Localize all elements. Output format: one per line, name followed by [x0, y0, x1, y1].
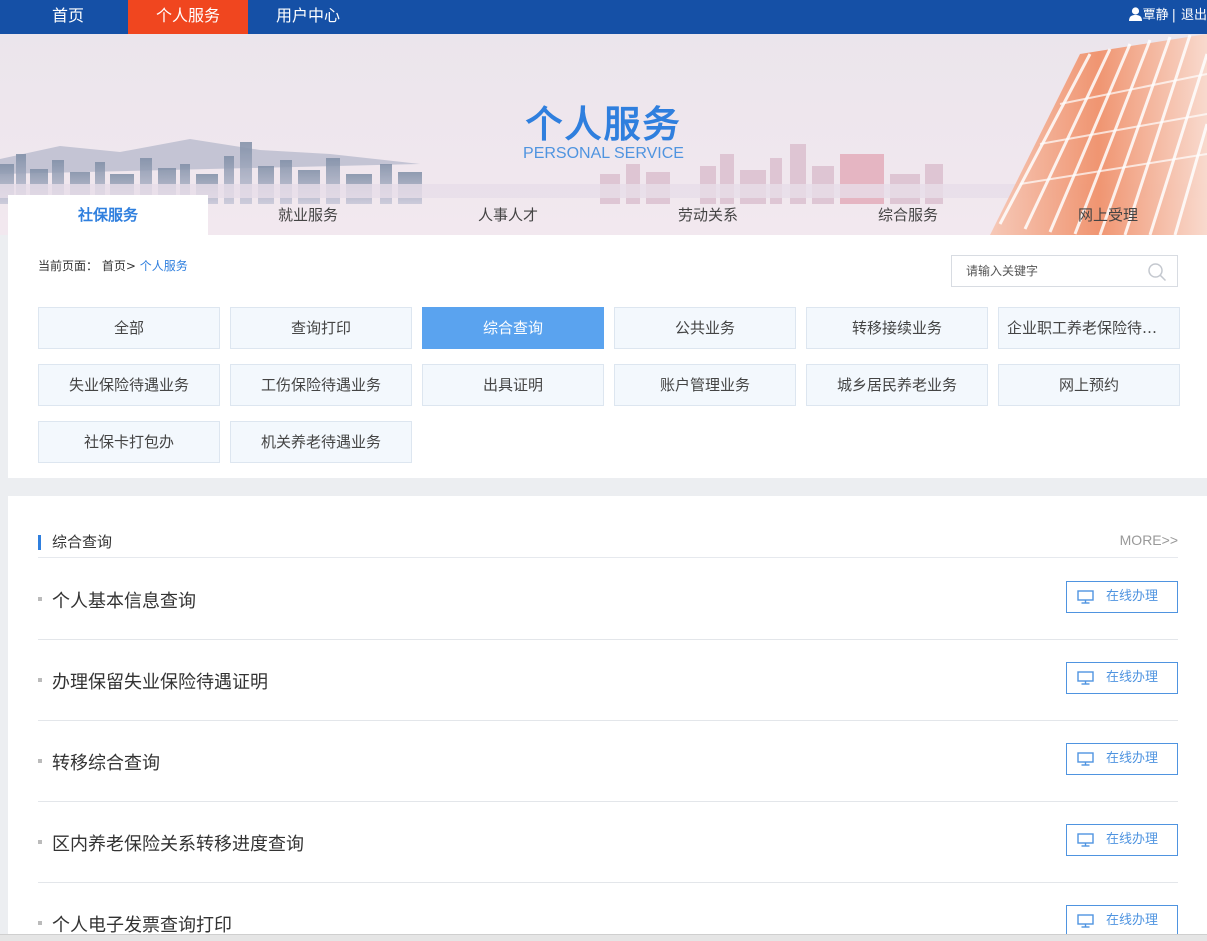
bullet-icon — [38, 678, 42, 682]
user-name[interactable]: 覃静 — [1143, 8, 1169, 23]
online-handle-button[interactable]: 在线办理 — [1066, 905, 1178, 937]
list-item: 个人基本信息查询 在线办理 — [38, 559, 1178, 640]
search-icon[interactable] — [1147, 262, 1167, 282]
service-list-panel: 综合查询 MORE>> 个人基本信息查询 在线办理 办理保留失业保险待遇证明 在… — [8, 496, 1207, 941]
bullet-icon — [38, 921, 42, 925]
business-filter-panel: 当前页面： 首页> 个人服务 全部 查询打印 综合查询 公共业务 转移接续业务 … — [8, 235, 1207, 478]
online-handle-button[interactable]: 在线办理 — [1066, 824, 1178, 856]
list-item: 办理保留失业保险待遇证明 在线办理 — [38, 640, 1178, 721]
business-button-certificate[interactable]: 出具证明 — [422, 364, 604, 406]
banner-subtitle: PERSONAL SERVICE — [523, 145, 684, 162]
bullet-icon — [38, 840, 42, 844]
monitor-icon — [1077, 752, 1094, 766]
breadcrumb-prefix: 当前页面： — [38, 259, 99, 273]
business-button-online-appointment[interactable]: 网上预约 — [998, 364, 1180, 406]
nav-personal-service[interactable]: 个人服务 — [128, 0, 248, 34]
business-button-query-print[interactable]: 查询打印 — [230, 307, 412, 349]
user-area: 覃静 | 退出 — [1128, 0, 1207, 34]
business-button-government-pension[interactable]: 机关养老待遇业务 — [230, 421, 412, 463]
monitor-icon — [1077, 833, 1094, 847]
search-box — [951, 255, 1178, 287]
section-title: 综合查询 — [52, 533, 113, 551]
section-header: 综合查询 MORE>> — [38, 526, 1178, 558]
bullet-icon — [38, 597, 42, 601]
monitor-icon — [1077, 671, 1094, 685]
online-handle-label: 在线办理 — [1106, 589, 1159, 604]
user-separator: | — [1171, 8, 1176, 23]
monitor-icon — [1077, 914, 1094, 928]
nav-home[interactable]: 首页 — [28, 0, 108, 34]
online-handle-label: 在线办理 — [1106, 832, 1159, 847]
online-handle-button[interactable]: 在线办理 — [1066, 743, 1178, 775]
online-handle-button[interactable]: 在线办理 — [1066, 581, 1178, 613]
category-tabs: 社保服务 就业服务 人事人才 劳动关系 综合服务 网上受理 — [8, 195, 1207, 235]
top-navigation-bar: 首页 个人服务 用户中心 覃静 | 退出 — [0, 0, 1207, 34]
list-item-label[interactable]: 个人基本信息查询 — [52, 587, 196, 613]
horizontal-scrollbar[interactable] — [0, 934, 1207, 941]
user-icon — [1128, 7, 1142, 21]
online-handle-label: 在线办理 — [1106, 670, 1159, 685]
list-item-label[interactable]: 区内养老保险关系转移进度查询 — [52, 830, 304, 856]
bullet-icon — [38, 759, 42, 763]
business-button-work-injury[interactable]: 工伤保险待遇业务 — [230, 364, 412, 406]
breadcrumb: 当前页面： 首页> 个人服务 — [38, 257, 188, 274]
section-title-marker — [38, 535, 41, 550]
list-item-label[interactable]: 转移综合查询 — [52, 749, 160, 775]
tab-comprehensive-service[interactable]: 综合服务 — [808, 195, 1008, 235]
nav-user-center[interactable]: 用户中心 — [262, 0, 354, 34]
list-item-label[interactable]: 办理保留失业保险待遇证明 — [52, 668, 268, 694]
tab-social-security[interactable]: 社保服务 — [8, 195, 208, 235]
monitor-icon — [1077, 590, 1094, 604]
list-item: 转移综合查询 在线办理 — [38, 721, 1178, 802]
tab-labor-relations[interactable]: 劳动关系 — [608, 195, 808, 235]
logout-link[interactable]: 退出 — [1181, 8, 1207, 23]
online-handle-label: 在线办理 — [1106, 751, 1159, 766]
tab-online-acceptance[interactable]: 网上受理 — [1008, 195, 1207, 235]
business-button-comprehensive-query[interactable]: 综合查询 — [422, 307, 604, 349]
business-button-transfer[interactable]: 转移接续业务 — [806, 307, 988, 349]
banner-title: 个人服务 — [525, 103, 682, 146]
breadcrumb-home[interactable]: 首页> — [102, 259, 136, 273]
list-item: 个人电子发票查询打印 在线办理 — [38, 883, 1178, 941]
business-button-account-management[interactable]: 账户管理业务 — [614, 364, 796, 406]
business-button-enterprise-pension[interactable]: 企业职工养老保险待遇业务 — [998, 307, 1180, 349]
business-button-unemployment[interactable]: 失业保险待遇业务 — [38, 364, 220, 406]
list-item: 区内养老保险关系转移进度查询 在线办理 — [38, 802, 1178, 883]
business-button-card-package[interactable]: 社保卡打包办 — [38, 421, 220, 463]
search-input[interactable] — [966, 256, 1151, 286]
business-button-urban-rural-pension[interactable]: 城乡居民养老业务 — [806, 364, 988, 406]
tab-employment[interactable]: 就业服务 — [208, 195, 408, 235]
business-button-all[interactable]: 全部 — [38, 307, 220, 349]
breadcrumb-current: 个人服务 — [139, 259, 188, 273]
online-handle-label: 在线办理 — [1106, 913, 1159, 928]
tab-personnel-talent[interactable]: 人事人才 — [408, 195, 608, 235]
online-handle-button[interactable]: 在线办理 — [1066, 662, 1178, 694]
more-link[interactable]: MORE>> — [1120, 532, 1178, 548]
business-button-public[interactable]: 公共业务 — [614, 307, 796, 349]
